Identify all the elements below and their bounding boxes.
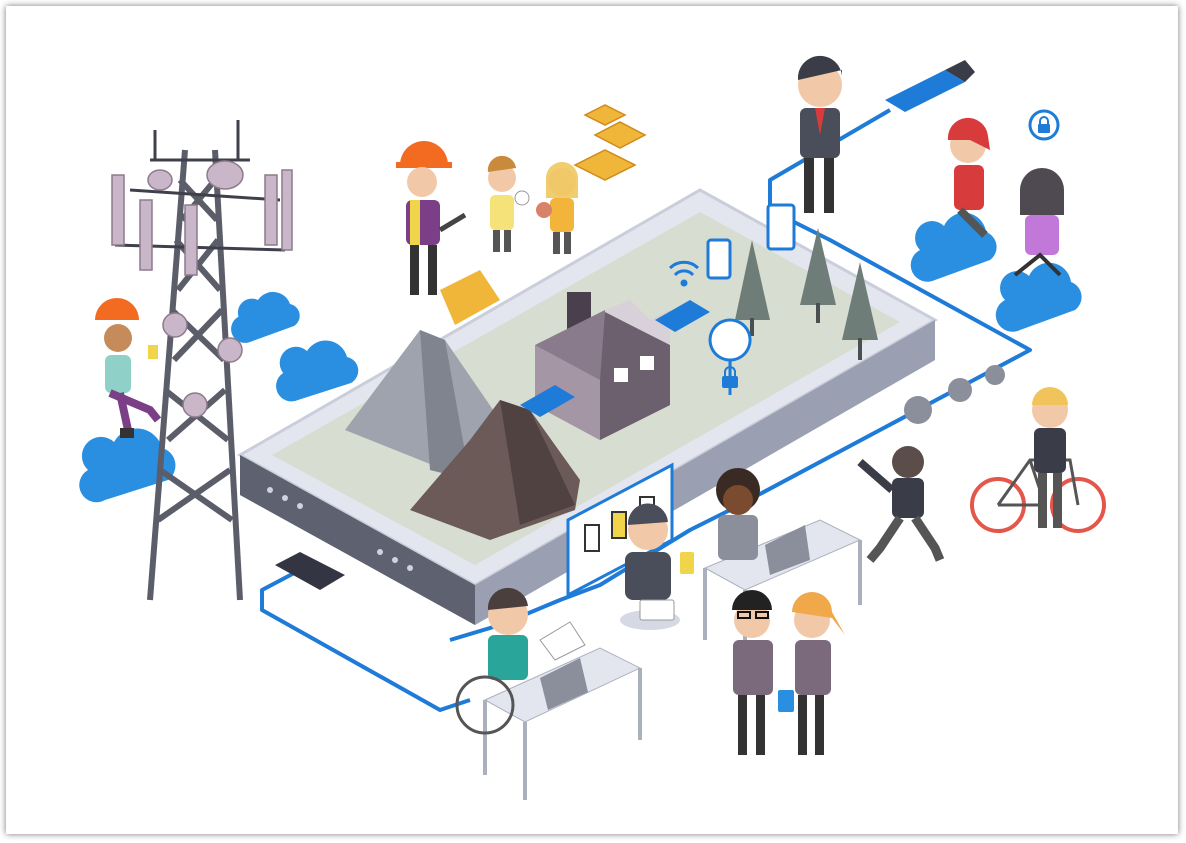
cell-tower-icon — [111, 120, 293, 601]
person-purple-hair — [1013, 168, 1064, 277]
cloud-icon — [910, 212, 997, 282]
tower-climber — [95, 298, 162, 438]
usb-stick-icon — [885, 60, 975, 112]
laptop-icon — [765, 525, 810, 575]
kneeling-person — [857, 446, 945, 563]
illustration-frame — [6, 6, 1178, 834]
lock-icon — [1028, 109, 1060, 141]
gear-icon — [904, 365, 1005, 424]
couple — [732, 590, 845, 755]
cloud-icon — [231, 291, 300, 343]
construction-worker — [396, 141, 500, 325]
microchip-icon — [573, 104, 647, 181]
man-with-bicycle — [1032, 387, 1068, 528]
connected-industry-illustration — [79, 55, 1106, 800]
businessman-top — [797, 55, 842, 213]
children — [487, 155, 578, 254]
presenter — [620, 503, 694, 630]
cloud-icon — [995, 262, 1082, 332]
usb-port — [275, 552, 345, 590]
